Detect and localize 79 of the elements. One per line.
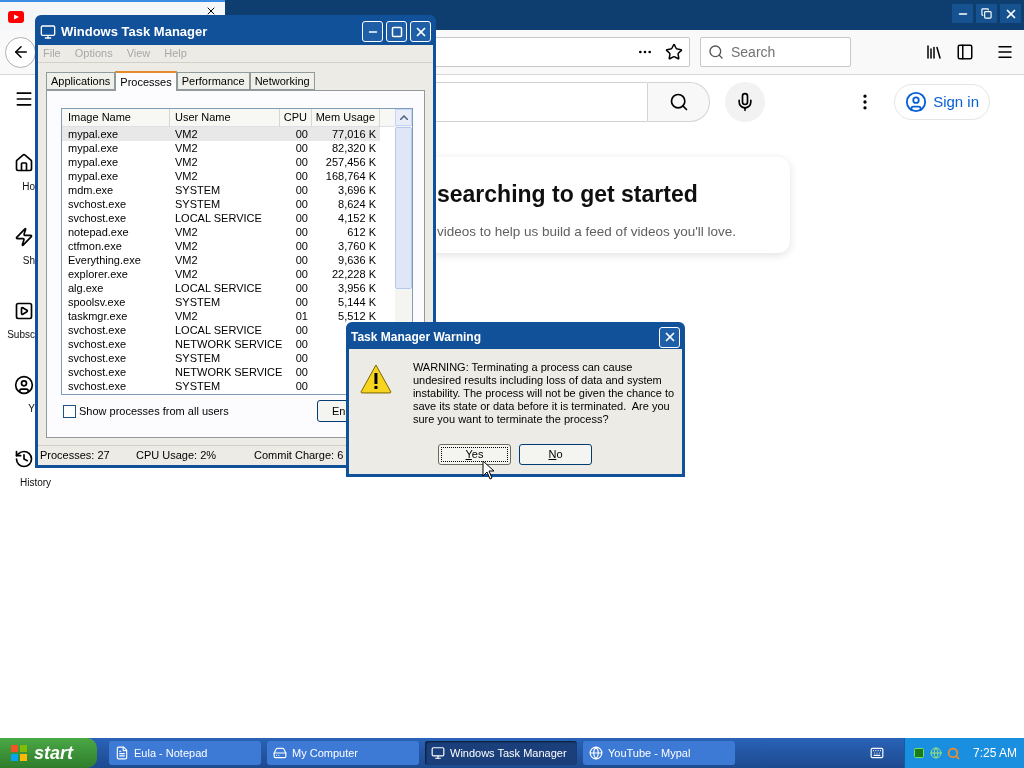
table-cell-text: 00 <box>294 253 309 267</box>
table-cell-text: 00 <box>294 365 309 379</box>
table-cell-text: 00 <box>294 155 309 169</box>
table-cell-text: LOCAL SERVICE <box>174 323 263 337</box>
table-cell-text: Everything.exe <box>67 253 142 267</box>
table-cell-text: VM2 <box>174 155 199 169</box>
table-cell-text: 00 <box>294 169 309 183</box>
table-cell-text: 77,016 K <box>330 127 377 141</box>
table-cell-text: SYSTEM <box>174 197 222 211</box>
table-cell-text: 00 <box>294 295 309 309</box>
table-cell-text: SYSTEM <box>174 295 222 309</box>
table-cell-text: 168,764 K <box>324 169 377 183</box>
table-cell-text: 00 <box>294 337 309 351</box>
status-text: CPU Usage: 2% <box>135 448 218 464</box>
window-title: Windows Task Manager <box>61 22 209 41</box>
table-cell-text: 3,956 K <box>337 281 377 295</box>
status-text: Commit Charge: 6 <box>253 448 345 464</box>
table-cell-text: 01 <box>294 309 309 323</box>
table-cell-text: 00 <box>294 225 309 239</box>
table-cell-text: 00 <box>294 239 309 253</box>
table-cell-text: svchost.exe <box>67 323 128 337</box>
table-cell-text: 9,636 K <box>337 253 377 267</box>
table-cell-text: notepad.exe <box>67 225 130 239</box>
clock: 7:25 AM <box>973 745 1018 762</box>
table-cell-text: 82,320 K <box>330 141 377 155</box>
table-cell-text: VM2 <box>174 239 199 253</box>
table-cell-text: VM2 <box>174 225 199 239</box>
table-cell-text: SYSTEM <box>174 379 222 393</box>
table-cell-text: 257,456 K <box>324 155 377 169</box>
card-title: searching to get started <box>437 180 699 209</box>
table-cell-text: 00 <box>294 211 309 225</box>
table-cell-text: 00 <box>294 267 309 281</box>
table-cell-text: 00 <box>294 323 309 337</box>
table-cell-text: svchost.exe <box>67 351 128 365</box>
table-cell-text: SYSTEM <box>174 351 222 365</box>
table-cell-text: alg.exe <box>67 281 105 295</box>
table-cell-text: 00 <box>294 379 309 393</box>
table-cell-text: 4,152 K <box>337 211 377 225</box>
table-cell-text: mypal.exe <box>67 169 120 183</box>
table-cell-text: svchost.exe <box>67 197 128 211</box>
table-cell-text: svchost.exe <box>67 365 128 379</box>
table-cell-text: 3,696 K <box>337 183 377 197</box>
table-cell-text: 3,760 K <box>337 239 377 253</box>
table-cell-text: mypal.exe <box>67 127 120 141</box>
table-cell-text: 00 <box>294 127 309 141</box>
table-cell-text: svchost.exe <box>67 211 128 225</box>
status-text: Processes: 27 <box>39 448 111 464</box>
card-subtitle: videos to help us build a feed of videos you'll love. <box>437 222 738 241</box>
table-cell-text: 22,228 K <box>330 267 377 281</box>
warning-message: WARNING: Terminating a process can cause undesired results including loss of data and system instability. The process will not be given the chance to save its state or data before it is terminated. Are you sure you want to terminate the process? <box>412 361 676 426</box>
table-cell-text: NETWORK SERVICE <box>174 365 280 379</box>
table-cell-text: VM2 <box>174 169 199 183</box>
table-cell-text: 5,144 K <box>337 295 377 309</box>
table-cell-text: SYSTEM <box>174 183 222 197</box>
table-cell-text: svchost.exe <box>67 337 128 351</box>
table-cell-text: VM2 <box>174 267 199 281</box>
table-cell-text: VM2 <box>174 309 199 323</box>
table-cell-text: 00 <box>294 197 309 211</box>
table-cell-text: NETWORK SERVICE <box>174 337 280 351</box>
table-cell-text: 00 <box>294 351 309 365</box>
table-cell-text: taskmgr.exe <box>67 309 129 323</box>
table-cell-text: mdm.exe <box>67 183 115 197</box>
table-cell-text: LOCAL SERVICE <box>174 211 263 225</box>
table-cell-text: 8,624 K <box>337 197 377 211</box>
table-cell-text: mypal.exe <box>67 155 120 169</box>
table-cell-text: mypal.exe <box>67 141 120 155</box>
table-cell-text: VM2 <box>174 127 199 141</box>
table-cell-text: svchost.exe <box>67 379 128 393</box>
table-cell-text: 612 K <box>346 225 377 239</box>
table-cell-text: ctfmon.exe <box>67 239 123 253</box>
table-cell-text: spoolsv.exe <box>67 295 127 309</box>
table-cell-text: 00 <box>294 141 309 155</box>
table-cell-text: explorer.exe <box>67 267 129 281</box>
table-cell-text: 5,512 K <box>337 309 377 323</box>
table-cell-text: VM2 <box>174 141 199 155</box>
table-cell-text: LOCAL SERVICE <box>174 281 263 295</box>
table-cell-text: VM2 <box>174 253 199 267</box>
table-cell-text: 00 <box>294 281 309 295</box>
table-cell-text: 00 <box>294 183 309 197</box>
